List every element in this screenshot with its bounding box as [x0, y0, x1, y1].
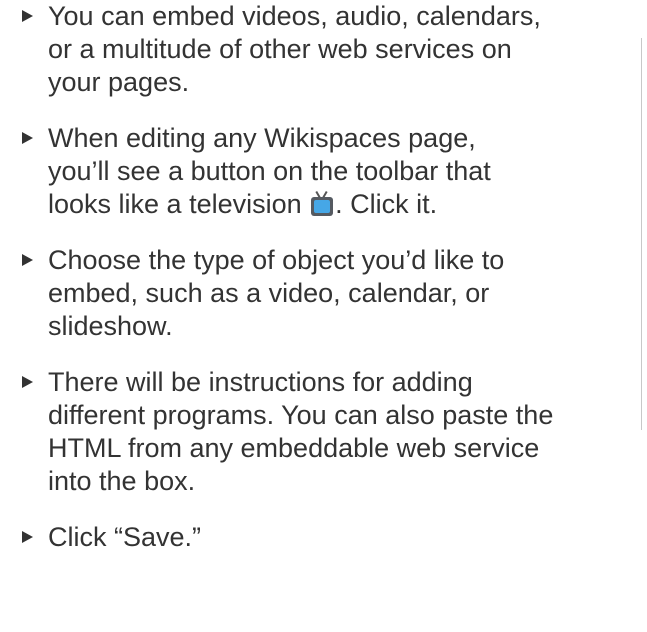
list-item-text: You can embed videos, audio, calendars, …	[48, 0, 640, 99]
text-line: Choose the type of object you’d like to	[48, 245, 505, 275]
television-icon	[311, 190, 334, 216]
text-line: you’ll see a button on the toolbar that	[48, 156, 491, 186]
text-line: HTML from any embeddable web service	[48, 433, 540, 463]
text-line: There will be instructions for adding	[48, 367, 473, 397]
text-line: Click “Save.”	[48, 522, 202, 552]
text-after-icon: . Click it.	[335, 189, 438, 219]
list-item-text: When editing any Wikispaces page, you’ll…	[48, 122, 640, 221]
triangle-bullet-icon	[22, 10, 33, 22]
text-line: embed, such as a video, calendar, or	[48, 278, 490, 308]
text-line: slideshow.	[48, 311, 173, 341]
list-item-text: There will be instructions for adding di…	[48, 366, 640, 498]
text-line: looks like a television . Click it.	[48, 188, 640, 221]
triangle-bullet-icon	[22, 531, 33, 543]
text-before-icon: looks like a television	[48, 189, 302, 219]
triangle-bullet-icon	[22, 376, 33, 388]
text-line: You can embed videos, audio, calendars,	[48, 1, 541, 31]
tv-body	[311, 197, 334, 216]
text-line: When editing any Wikispaces page,	[48, 123, 476, 153]
triangle-bullet-icon	[22, 132, 33, 144]
text-line: or a multitude of other web services on	[48, 34, 512, 64]
list-item-text: Click “Save.”	[48, 521, 640, 554]
tv-screen	[314, 200, 331, 213]
list-item-text: Choose the type of object you’d like to …	[48, 244, 640, 343]
triangle-bullet-icon	[22, 254, 33, 266]
text-line: into the box.	[48, 466, 196, 496]
edge-divider-line	[641, 38, 642, 430]
text-line: different programs. You can also paste t…	[48, 400, 554, 430]
text-line: your pages.	[48, 67, 190, 97]
